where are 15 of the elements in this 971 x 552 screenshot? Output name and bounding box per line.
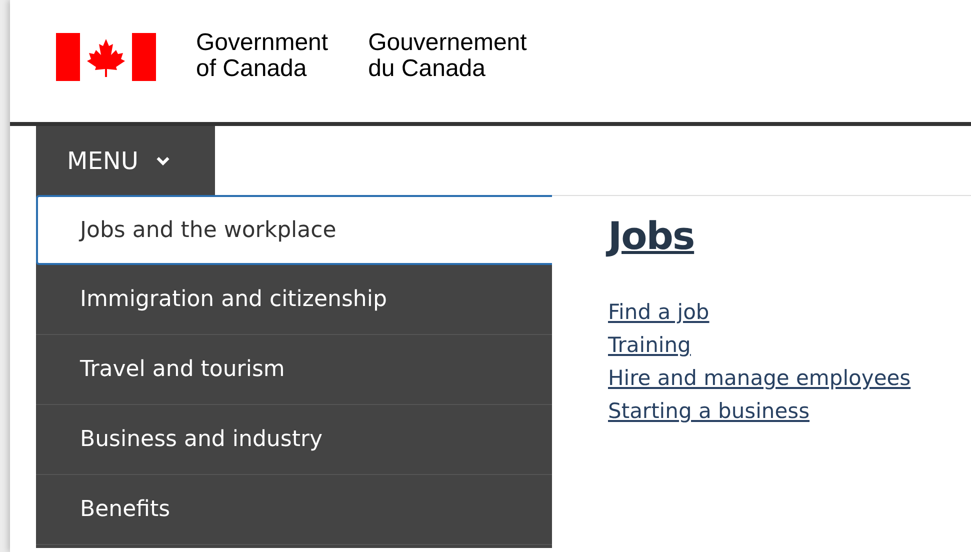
menu-item[interactable]: Benefits bbox=[36, 475, 552, 545]
menu-item[interactable]: Immigration and citizenship bbox=[36, 265, 552, 335]
menu-item[interactable]: Business and industry bbox=[36, 405, 552, 475]
signature-text-en: Government of Canada bbox=[196, 30, 328, 82]
submenu-link[interactable]: Find a job bbox=[608, 300, 971, 324]
submenu-link[interactable]: Starting a business bbox=[608, 399, 971, 423]
menu-item[interactable]: Travel and tourism bbox=[36, 335, 552, 405]
menu-button[interactable]: MENU bbox=[36, 126, 215, 195]
signature-text-fr: Gouvernement du Canada bbox=[368, 30, 527, 82]
chevron-icon bbox=[156, 156, 170, 166]
submenu-link[interactable]: Training bbox=[608, 333, 971, 357]
submenu-heading-link[interactable]: Jobs bbox=[608, 214, 971, 258]
submenu-link[interactable]: Hire and manage employees bbox=[608, 366, 971, 390]
menu-item[interactable]: Jobs and the workplace bbox=[36, 195, 552, 265]
canada-flag-icon bbox=[56, 33, 156, 81]
